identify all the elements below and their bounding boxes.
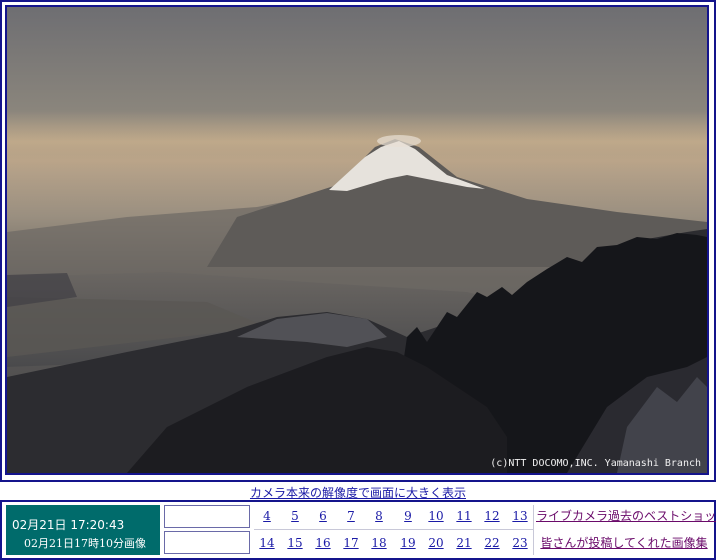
hour-link-21[interactable]: 21: [451, 532, 477, 554]
live-camera-image: (c)NTT DOCOMO,INC. Yamanashi Branch: [5, 5, 709, 475]
hour-link-10[interactable]: 10: [423, 505, 449, 527]
user-gallery-link[interactable]: 皆さんが投稿してくれた画像集: [536, 532, 712, 554]
hour-link-18[interactable]: 18: [366, 532, 392, 554]
hour-link-4[interactable]: 4: [254, 505, 280, 527]
hour-link-19[interactable]: 19: [395, 532, 421, 554]
hour-link-22[interactable]: 22: [479, 532, 505, 554]
column-divider: [533, 505, 534, 555]
mount-fuji-scene: [7, 112, 707, 473]
hour-link-11[interactable]: 11: [451, 505, 477, 527]
hour-link-13[interactable]: 13: [507, 505, 533, 527]
row-divider: [254, 529, 534, 530]
copyright-watermark: (c)NTT DOCOMO,INC. Yamanashi Branch: [490, 458, 701, 469]
timestamp-box: 02月21日 17:20:43 02月21日17時10分画像: [6, 505, 160, 555]
full-resolution-link[interactable]: カメラ本来の解像度で画面に大きく表示: [0, 484, 716, 501]
hour-link-5[interactable]: 5: [282, 505, 308, 527]
hour-link-20[interactable]: 20: [423, 532, 449, 554]
hour-link-15[interactable]: 15: [282, 532, 308, 554]
hour-link-16[interactable]: 16: [310, 532, 336, 554]
hour-link-17[interactable]: 17: [338, 532, 364, 554]
hour-link-12[interactable]: 12: [479, 505, 505, 527]
current-time: 02月21日 17:20:43: [12, 518, 125, 532]
empty-cell-top: [164, 505, 250, 528]
empty-cell-bottom: [164, 531, 250, 554]
hour-link-9[interactable]: 9: [395, 505, 421, 527]
image-time-caption: 02月21日17時10分画像: [24, 537, 146, 550]
hour-link-8[interactable]: 8: [366, 505, 392, 527]
hour-link-7[interactable]: 7: [338, 505, 364, 527]
hour-link-14[interactable]: 14: [254, 532, 280, 554]
navigation-bar: 02月21日 17:20:43 02月21日17時10分画像 4 5 6 7 8…: [0, 500, 716, 560]
hour-link-6[interactable]: 6: [310, 505, 336, 527]
camera-frame: (c)NTT DOCOMO,INC. Yamanashi Branch: [0, 0, 716, 482]
best-shot-gallery-link[interactable]: ライブカメラ過去のベストショット: [536, 505, 716, 527]
hour-link-23[interactable]: 23: [507, 532, 533, 554]
